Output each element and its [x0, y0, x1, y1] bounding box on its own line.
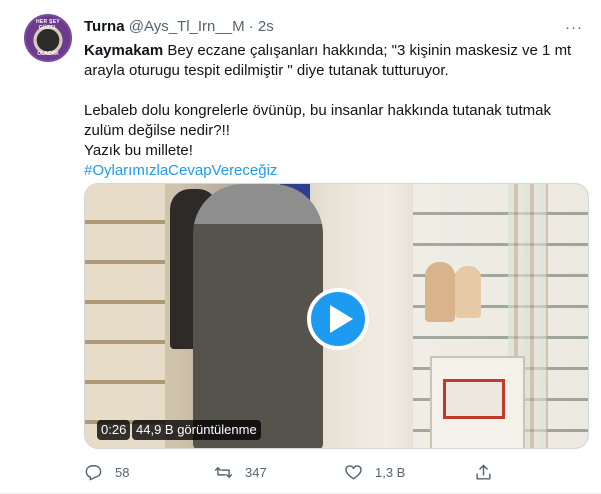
tweet-header: Turna @Ays_Tl_Irn__M · 2s [84, 17, 274, 37]
reply-count: 58 [115, 464, 130, 480]
reply-icon [85, 464, 102, 480]
tweet[interactable]: HER ŞEY GÜZEL OLACAK Turna @Ays_Tl_Irn__… [0, 0, 601, 494]
video-frame-counter-sign [443, 379, 505, 419]
heart-icon [345, 464, 362, 480]
display-name[interactable]: Turna [84, 18, 125, 35]
like-count: 1,3 B [375, 464, 406, 480]
handle[interactable]: @Ays_Tl_Irn__M [129, 18, 245, 35]
mention-kaymakam: Kaymakam [84, 42, 164, 59]
avatar-text-top: HER ŞEY GÜZEL [35, 19, 61, 31]
video-player[interactable]: 0:26 44,9 B görüntülenme [84, 183, 589, 449]
share-button[interactable] [474, 460, 493, 484]
like-button[interactable]: 1,3 B [344, 460, 405, 484]
share-icon [476, 464, 491, 480]
reply-button[interactable]: 58 [84, 460, 129, 484]
video-frame-pharmacist [455, 266, 481, 318]
play-button[interactable] [307, 288, 369, 350]
timestamp[interactable]: 2s [258, 18, 274, 35]
tweet-actions: 58 347 1,3 B [84, 460, 589, 484]
avatar-text-bottom: OLACAK [37, 51, 59, 57]
video-frame-pharmacist [425, 262, 455, 322]
video-frame-person [193, 184, 323, 448]
video-frame-shelf-left [85, 184, 165, 448]
retweet-count: 347 [245, 464, 267, 480]
retweet-button[interactable]: 347 [214, 460, 267, 484]
play-icon [329, 305, 353, 333]
more-options-icon[interactable]: ··· [561, 14, 587, 40]
tweet-paragraph-2: Lebaleb dolu kongrelerle övünüp, bu insa… [84, 102, 551, 139]
video-duration: 0:26 [97, 420, 131, 440]
retweet-icon [214, 466, 233, 478]
view-count: 44,9 B görüntülenme [132, 420, 261, 440]
avatar[interactable]: HER ŞEY GÜZEL OLACAK [24, 14, 72, 62]
hashtag-link[interactable]: #OylarımızlaCevapVereceğiz [84, 162, 277, 179]
tweet-paragraph-1: Kaymakam Bey eczane çalışanları hakkında… [84, 41, 584, 81]
separator: · [248, 18, 254, 35]
tweet-text: Kaymakam Bey eczane çalışanları hakkında… [84, 41, 584, 181]
tweet-paragraph-3: Yazık bu millete! [84, 142, 193, 159]
